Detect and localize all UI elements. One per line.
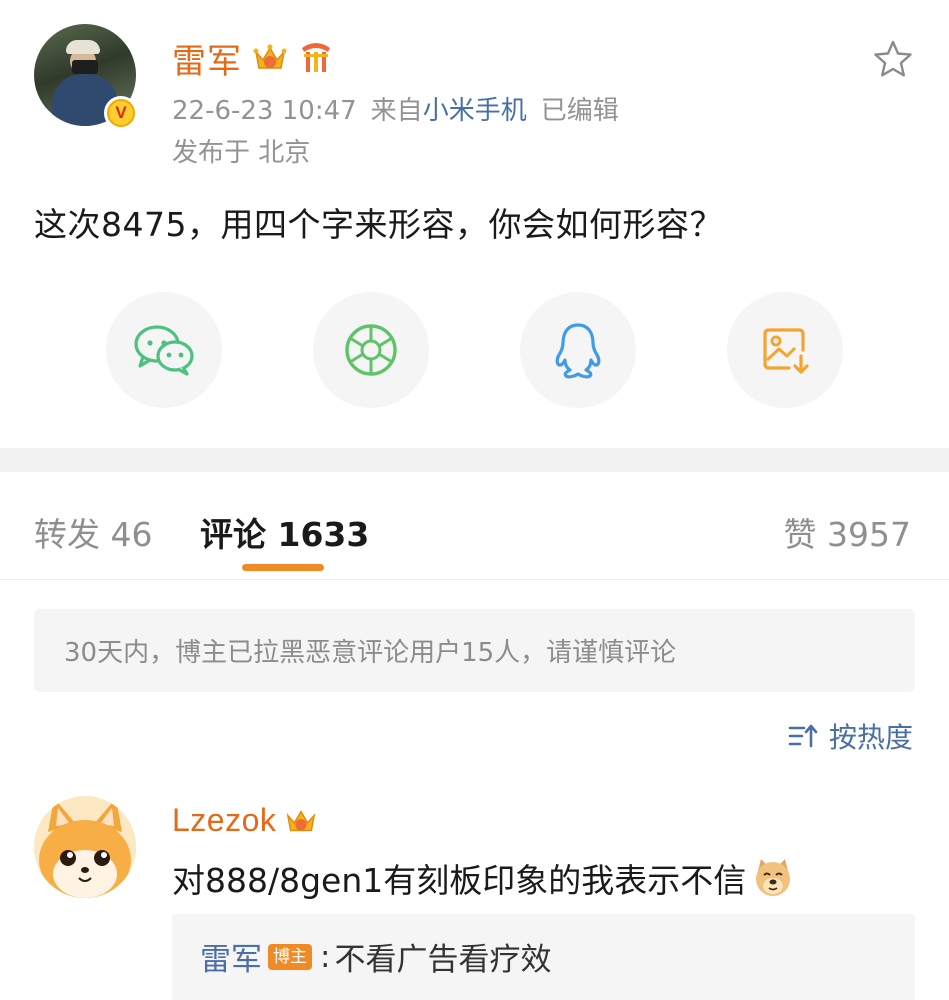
vip-crown-icon <box>253 44 287 69</box>
author-name-row: 雷军 <box>172 34 334 83</box>
reply-author[interactable]: 雷军 <box>200 934 262 979</box>
share-qq-button[interactable] <box>520 292 636 408</box>
post-content: 这次8475，用四个字来形容，你会如何形容？ <box>34 205 723 244</box>
comment-text: 对888/8gen1有刻板印象的我表示不信 <box>172 861 747 900</box>
share-moments-button[interactable] <box>313 292 429 408</box>
comment-notice-text: 30天内，博主已拉黑恶意评论用户15人，请谨慎评论 <box>64 638 677 668</box>
section-divider <box>0 448 949 472</box>
sort-toggle[interactable]: 按热度 <box>787 716 913 756</box>
comment-item: Lzezok 对888/8gen1有刻板印象的我表示不信 雷军 博主 : 不看广… <box>0 796 949 1000</box>
doge-emoji-icon <box>756 859 791 896</box>
share-wechat-button[interactable] <box>106 292 222 408</box>
sort-icon <box>788 724 818 748</box>
avatar-figure-camera <box>72 60 98 74</box>
host-badge: 博主 <box>268 943 312 970</box>
qq-icon <box>555 323 601 379</box>
tab-likes[interactable]: 赞 3957 <box>784 508 911 556</box>
comment-content: 对888/8gen1有刻板印象的我表示不信 <box>172 854 794 902</box>
commenter-avatar[interactable] <box>34 796 136 898</box>
reply-separator: : <box>320 938 331 975</box>
cartoon-fox-avatar <box>34 796 136 898</box>
wechat-icon <box>134 325 194 376</box>
weibo-post: V 雷军 22-6-23 10:47 来自小米手机 已编辑 发布于 北京 这次8… <box>0 0 949 448</box>
post-source-link[interactable]: 小米手机 <box>423 96 527 126</box>
tab-comments[interactable]: 评论 1633 <box>200 508 369 556</box>
fan-badge-icon <box>302 43 330 72</box>
post-source-prefix: 来自 <box>370 96 423 126</box>
post-source: 来自小米手机 <box>371 90 527 127</box>
active-tab-indicator <box>242 564 324 571</box>
reply-line: 雷军 博主 : 不看广告看疗效 <box>200 934 551 979</box>
post-edited-label[interactable]: 已编辑 <box>541 90 619 127</box>
post-meta: 22-6-23 10:47 来自小米手机 已编辑 <box>172 90 619 127</box>
commenter-name-row: Lzezok <box>172 802 318 839</box>
favorite-star-icon[interactable] <box>872 38 914 80</box>
save-image-button[interactable] <box>727 292 843 408</box>
post-time: 22-6-23 10:47 <box>172 96 357 126</box>
vip-crown-icon <box>286 809 316 831</box>
share-bar <box>106 292 846 410</box>
verified-badge-icon: V <box>104 96 138 130</box>
post-tabs: 转发 46 评论 1633 赞 3957 <box>0 472 949 580</box>
comment-notice: 30天内，博主已拉黑恶意评论用户15人，请谨慎评论 <box>34 609 915 692</box>
tab-repost[interactable]: 转发 46 <box>34 508 152 556</box>
reply-text: 不看广告看疗效 <box>334 942 552 978</box>
post-location: 发布于 北京 <box>172 138 311 168</box>
avatar-figure-hat <box>66 40 100 54</box>
moments-icon <box>345 324 397 376</box>
sort-label: 按热度 <box>828 721 913 754</box>
commenter-name[interactable]: Lzezok <box>172 802 276 839</box>
author-name[interactable]: 雷军 <box>172 34 242 83</box>
save-image-icon <box>763 328 809 374</box>
reply-preview[interactable]: 雷军 博主 : 不看广告看疗效 <box>172 914 915 1000</box>
